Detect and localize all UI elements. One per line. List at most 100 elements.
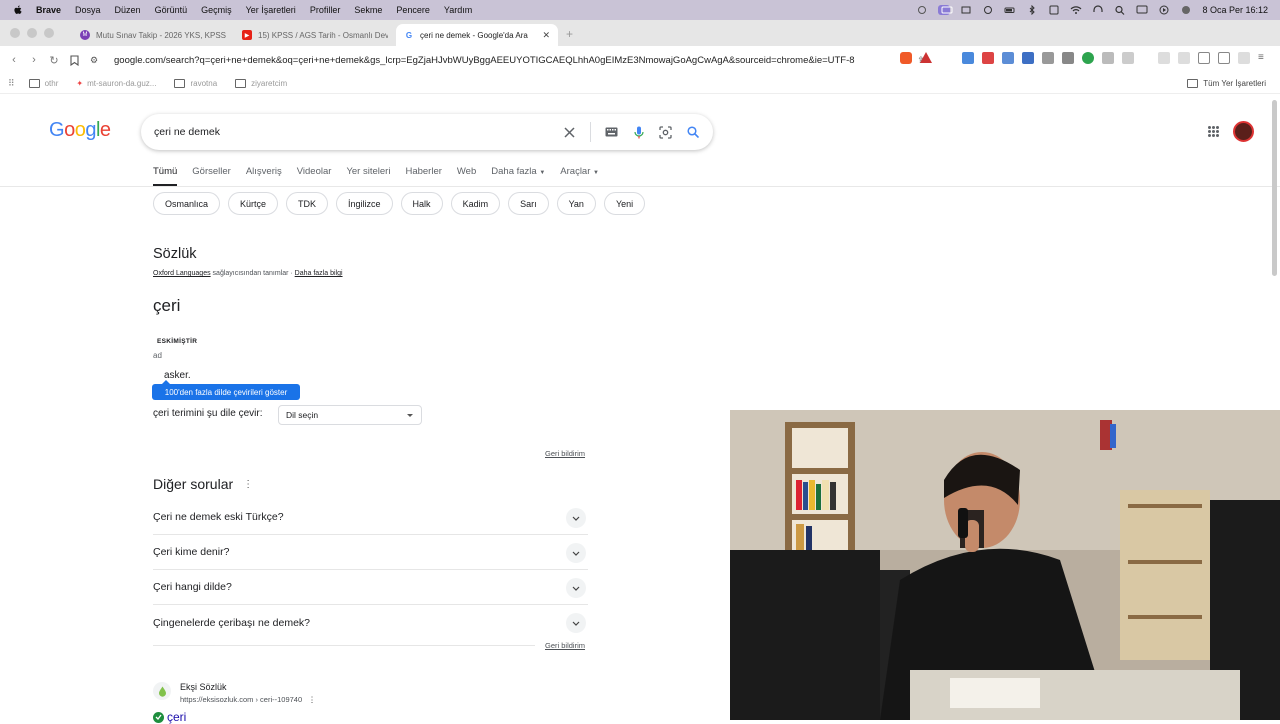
all-bookmarks-button[interactable]: Tüm Yer İşaretleri (1187, 79, 1266, 88)
tab-shopping[interactable]: Alışveriş (246, 166, 282, 186)
display-icon[interactable] (1136, 5, 1148, 15)
keyboard-icon[interactable] (605, 126, 618, 139)
result-url[interactable]: https://eksisozluk.com › ceri--109740 ⋮ (180, 695, 316, 704)
screen-share-icon[interactable] (938, 5, 953, 15)
extension-6-icon[interactable] (1062, 52, 1074, 64)
forward-button[interactable]: › (28, 54, 40, 66)
menu-view[interactable]: Görüntü (155, 5, 188, 15)
play-icon[interactable] (1158, 5, 1170, 15)
menu-history[interactable]: Geçmiş (201, 5, 232, 15)
extension-1-icon[interactable] (962, 52, 974, 64)
battery-icon[interactable] (1004, 5, 1016, 15)
result-site-name[interactable]: Ekşi Sözlük (180, 682, 227, 692)
tab-images[interactable]: Görseller (192, 166, 231, 186)
bookmark-page-icon[interactable] (68, 54, 80, 66)
menu-file[interactable]: Dosya (75, 5, 101, 15)
brave-shields-icon[interactable] (900, 52, 912, 64)
sidebar-icon[interactable] (1198, 52, 1210, 64)
apple-icon[interactable] (12, 4, 24, 16)
google-apps-icon[interactable] (1208, 126, 1219, 137)
page-scrollbar[interactable] (1270, 100, 1278, 280)
browser-tab-youtube[interactable]: ▶ 15) KPSS / AGS Tarih - Osmanlı Devleti (234, 24, 396, 46)
feedback-link[interactable]: Geri bildirim (545, 641, 585, 650)
tab-videos[interactable]: Videolar (297, 166, 332, 186)
chevron-down-icon[interactable] (566, 613, 586, 633)
tab-more[interactable]: Daha fazla ▼ (491, 166, 545, 186)
tab-all[interactable]: Tümü (153, 166, 178, 186)
chip[interactable]: Kürtçe (228, 192, 279, 215)
chevron-down-icon[interactable] (566, 578, 586, 598)
address-bar[interactable]: ⚙ google.com/search?q=çeri+ne+demek&oq=ç… (90, 50, 990, 70)
minimize-window-button[interactable] (27, 28, 37, 38)
chip[interactable]: Yan (556, 192, 596, 215)
menu-profiles[interactable]: Profiller (310, 5, 341, 15)
wifi-icon[interactable] (1070, 5, 1082, 15)
record-icon[interactable] (916, 5, 928, 15)
more-info-link[interactable]: Daha fazla bilgi (295, 270, 343, 277)
tab-web[interactable]: Web (457, 166, 476, 186)
account-avatar[interactable] (1233, 121, 1254, 142)
bookmark-folder[interactable]: ravotna (174, 79, 217, 88)
more-options-icon[interactable]: ⋮ (243, 479, 253, 490)
close-window-button[interactable] (10, 28, 20, 38)
chip[interactable]: Kadim (450, 192, 501, 215)
grid-icon[interactable] (960, 5, 972, 15)
site-settings-icon[interactable]: ⚙ (90, 55, 102, 66)
chip[interactable]: Osmanlıca (153, 192, 221, 215)
search-icon[interactable] (686, 126, 699, 139)
show-translations-button[interactable]: 100'den fazla dilde çevirileri göster (152, 380, 300, 400)
apps-grid-icon[interactable]: ⠿ (8, 78, 15, 89)
question-item[interactable]: Çingenelerde çeribaşı ne demek? (153, 605, 588, 640)
chip[interactable]: TDK (286, 192, 329, 215)
menubar-clock[interactable]: 8 Oca Per 16:12 (1202, 5, 1268, 15)
back-button[interactable]: ‹ (8, 54, 20, 66)
url-text[interactable]: google.com/search?q=çeri+ne+demek&oq=çer… (114, 55, 894, 66)
reload-button[interactable]: ↻ (48, 54, 60, 67)
extension-2-icon[interactable] (982, 52, 994, 64)
bookmark-item[interactable]: ✦ mt-sauron-da.guz... (76, 79, 156, 88)
extension-11-icon[interactable] (1178, 52, 1190, 64)
scrollbar-thumb[interactable] (1272, 100, 1277, 276)
menu-app-brave[interactable]: Brave (36, 5, 61, 15)
clear-search-icon[interactable] (563, 126, 576, 139)
bluetooth-icon[interactable] (1026, 4, 1038, 16)
question-item[interactable]: Çeri hangi dilde? (153, 570, 588, 605)
google-lens-icon[interactable] (659, 125, 672, 139)
control-center-icon[interactable] (1048, 5, 1060, 15)
question-item[interactable]: Çeri ne demek eski Türkçe? (153, 500, 588, 535)
menu-icon[interactable]: ≡ (1258, 52, 1270, 64)
circle-icon[interactable] (982, 5, 994, 15)
menu-help[interactable]: Yardım (444, 5, 472, 15)
chip[interactable]: Yeni (603, 192, 646, 215)
menu-edit[interactable]: Düzen (115, 5, 141, 15)
extension-4-icon[interactable] (1022, 52, 1034, 64)
microphone-icon[interactable] (632, 126, 645, 139)
menu-tab[interactable]: Sekme (354, 5, 382, 15)
extension-5-icon[interactable] (1042, 52, 1054, 64)
chip[interactable]: Halk (400, 192, 443, 215)
bookmark-folder[interactable]: othr (28, 79, 58, 88)
search-input[interactable]: çeri ne demek (154, 126, 563, 138)
google-logo[interactable]: Google (49, 119, 111, 142)
headphones-icon[interactable] (1092, 5, 1104, 15)
leo-icon[interactable] (1238, 52, 1250, 64)
result-title[interactable]: çeri (153, 710, 186, 724)
brave-rewards-icon[interactable] (920, 52, 932, 63)
chip[interactable]: Sarı (508, 192, 549, 215)
extension-9-icon[interactable] (1122, 52, 1134, 64)
chevron-down-icon[interactable] (566, 543, 586, 563)
extension-7-icon[interactable] (1082, 52, 1094, 64)
extension-3-icon[interactable] (1002, 52, 1014, 64)
wallet-icon[interactable] (1218, 52, 1230, 64)
siri-icon[interactable] (1180, 5, 1192, 15)
more-options-icon[interactable]: ⋮ (308, 695, 316, 704)
search-spotlight-icon[interactable] (1114, 5, 1126, 15)
chevron-down-icon[interactable] (566, 508, 586, 528)
browser-tab-google[interactable]: G çeri ne demek - Google'da Ara ✕ (396, 24, 558, 46)
new-tab-button[interactable]: + (566, 27, 573, 41)
extension-10-icon[interactable] (1158, 52, 1170, 64)
search-box[interactable]: çeri ne demek (141, 114, 713, 150)
menu-window[interactable]: Pencere (396, 5, 430, 15)
menu-bookmarks[interactable]: Yer İşaretleri (246, 5, 296, 15)
tab-tools[interactable]: Araçlar ▼ (560, 166, 599, 186)
